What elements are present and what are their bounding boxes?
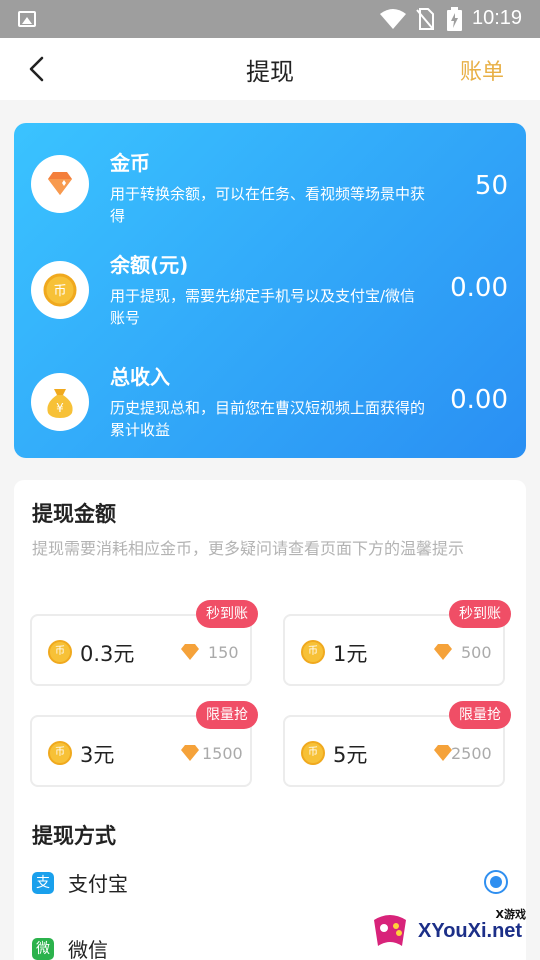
no-sim-icon	[416, 8, 434, 30]
income-value: 0.00	[450, 385, 508, 415]
option-cost: 500	[461, 643, 492, 662]
site-watermark: X游戏 XYouXi.net	[368, 898, 540, 960]
payment-method-title: 提现方式	[32, 824, 116, 848]
diamond-icon	[434, 644, 452, 660]
option-badge: 秒到账	[449, 600, 511, 628]
coin-icon: 币	[48, 640, 72, 664]
gamepad-logo-icon	[374, 915, 406, 946]
option-badge: 限量抢	[196, 701, 258, 729]
diamond-icon	[31, 155, 89, 213]
payment-label: 微信	[68, 938, 108, 960]
coins-label: 金币	[110, 151, 150, 175]
balance-description: 用于提现，需要先绑定手机号以及支付宝/微信账号	[110, 287, 416, 327]
withdraw-amount-title: 提现金额	[32, 502, 116, 526]
withdraw-hint: 提现需要消耗相应金币，更多疑问请查看页面下方的温馨提示	[32, 539, 465, 558]
diamond-icon	[181, 644, 199, 660]
withdraw-option-0.3[interactable]: 币 0.3元 150 秒到账	[30, 600, 258, 686]
option-badge: 限量抢	[449, 701, 511, 729]
withdraw-option-1[interactable]: 币 1元 500 秒到账	[283, 600, 511, 686]
option-cost: 1500	[202, 744, 243, 763]
diamond-icon	[434, 745, 452, 761]
summary-row-income: ¥ 总收入 历史提现总和，目前您在曹汉短视频上面获得的累计收益 0.00	[14, 355, 526, 465]
watermark-brand-text: XYouXi.net	[418, 920, 523, 942]
coin-icon: 币	[301, 640, 325, 664]
summary-row-coins: 金币 用于转换余额，可以在任务、看视频等场景中获得 50	[14, 131, 526, 241]
coin-icon: 币	[301, 741, 325, 765]
balance-label: 余额(元)	[110, 253, 189, 277]
option-cost: 2500	[451, 744, 492, 763]
balance-value: 0.00	[450, 273, 508, 303]
option-badge: 秒到账	[196, 600, 258, 628]
status-bar: 10:19	[0, 0, 540, 38]
withdraw-option-5[interactable]: 币 5元 2500 限量抢	[283, 701, 511, 787]
battery-charging-icon	[447, 7, 462, 31]
radio-selected[interactable]	[484, 870, 508, 894]
payment-label: 支付宝	[68, 872, 128, 896]
withdraw-option-3[interactable]: 币 3元 1500 限量抢	[30, 701, 258, 787]
balance-summary-card: 金币 用于转换余额，可以在任务、看视频等场景中获得 50 币 余额(元) 用于提…	[14, 123, 526, 458]
alipay-icon: 支	[32, 872, 54, 894]
option-amount: 5元	[333, 743, 368, 767]
clock: 10:19	[472, 7, 523, 29]
money-bag-icon: ¥	[31, 373, 89, 431]
wifi-icon	[380, 9, 406, 29]
coin-icon: 币	[31, 261, 89, 319]
svg-text:币: 币	[53, 284, 66, 299]
coins-description: 用于转换余额，可以在任务、看视频等场景中获得	[110, 185, 426, 225]
coin-icon: 币	[48, 741, 72, 765]
income-label: 总收入	[110, 365, 170, 389]
option-cost: 150	[208, 643, 239, 662]
image-notification-icon	[18, 11, 36, 27]
coins-value: 50	[474, 171, 508, 201]
bill-link[interactable]: 账单	[460, 54, 504, 86]
summary-row-balance: 币 余额(元) 用于提现，需要先绑定手机号以及支付宝/微信账号 0.00	[14, 243, 526, 353]
diamond-icon	[181, 745, 199, 761]
option-amount: 0.3元	[80, 642, 135, 666]
option-amount: 3元	[80, 743, 115, 767]
option-amount: 1元	[333, 642, 368, 666]
income-description: 历史提现总和，目前您在曹汉短视频上面获得的累计收益	[110, 399, 426, 439]
withdraw-panel: 提现金额 提现需要消耗相应金币，更多疑问请查看页面下方的温馨提示 币 0.3元 …	[14, 480, 526, 960]
wechat-icon: 微	[32, 938, 54, 960]
app-header: 提现 账单	[0, 38, 540, 100]
svg-text:¥: ¥	[56, 401, 64, 415]
